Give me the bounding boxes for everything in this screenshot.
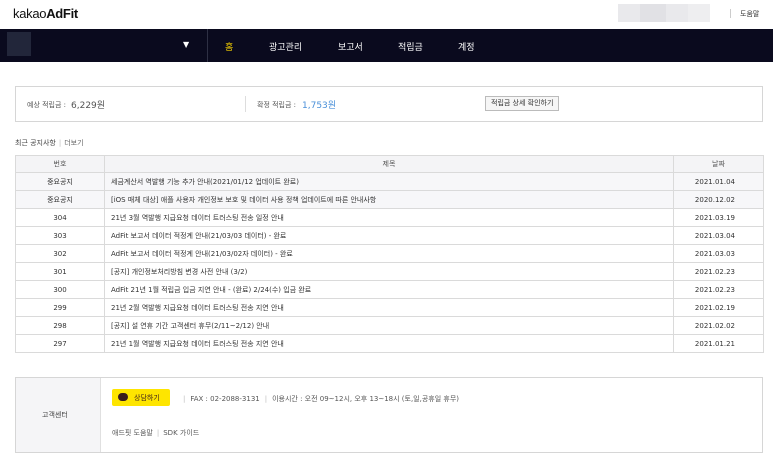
user-avatar-placeholder[interactable] bbox=[618, 4, 640, 22]
main-nav: ▼ 홈 광고관리 보고서 적립금 계정 bbox=[0, 29, 773, 62]
notice-title-link[interactable]: AdFit 보고서 데이터 적정계 안내(21/03/03 데이터) - 완료 bbox=[104, 226, 674, 245]
notice-date: 2021.01.04 bbox=[673, 172, 764, 191]
support-links: 애드핏 도움말 | SDK 가이드 bbox=[112, 428, 199, 438]
support-contact-info: | FAX : 02-2088-3131 | 이용시간 : 오전 09~12시, 오후… bbox=[178, 394, 459, 404]
table-row[interactable]: 298 [공지] 설 연휴 기간 고객센터 휴무(2/11~2/12) 안내 202… bbox=[15, 316, 764, 335]
notice-date: 2021.02.23 bbox=[673, 262, 764, 281]
notice-date: 2021.03.19 bbox=[673, 208, 764, 227]
notice-date: 2021.03.03 bbox=[673, 244, 764, 263]
notice-number: 중요공지 bbox=[15, 190, 105, 209]
notice-date: 2021.01.21 bbox=[673, 334, 764, 353]
notices-more-link[interactable]: 더보기 bbox=[64, 139, 83, 147]
confirmed-earnings-label: 확정 적립금 : bbox=[257, 101, 297, 109]
heading-separator: | bbox=[58, 139, 62, 147]
notice-number: 중요공지 bbox=[15, 172, 105, 191]
table-row[interactable]: 300 AdFit 21년 1월 적립금 입금 지연 안내 - (완료) 2/24… bbox=[15, 280, 764, 299]
table-row[interactable]: 304 21년 3월 역발행 지급요청 데이터 트러스팅 전송 일정 안내 2021… bbox=[15, 208, 764, 227]
user-menu-placeholder[interactable] bbox=[688, 4, 710, 22]
table-row[interactable]: 중요공지 [iOS 매체 대상] 애플 사용자 개인정보 보호 및 데이터 사용 … bbox=[15, 190, 764, 209]
nav-item-ad-management[interactable]: 광고관리 bbox=[269, 40, 302, 53]
logo-text-adfit: AdFit bbox=[46, 6, 78, 21]
notice-date: 2020.12.02 bbox=[673, 190, 764, 209]
notices-heading: 최근 공지사항 | 더보기 bbox=[15, 138, 84, 148]
notice-title-link[interactable]: AdFit 21년 1월 적립금 입금 지연 안내 - (완료) 2/24(수)… bbox=[104, 280, 674, 299]
table-row[interactable]: 303 AdFit 보고서 데이터 적정계 안내(21/03/03 데이터) - … bbox=[15, 226, 764, 245]
notice-title-link[interactable]: [공지] 설 연휴 기간 고객센터 휴무(2/11~2/12) 안내 bbox=[104, 316, 674, 335]
customer-support-label-column: 고객센터 bbox=[16, 378, 101, 452]
notices-table: 번호 제목 날짜 중요공지 세금계산서 역발행 기능 추가 안내(2021/01/… bbox=[15, 155, 764, 353]
notice-number: 303 bbox=[15, 226, 105, 245]
kakao-adfit-logo[interactable]: kakaoAdFit bbox=[13, 6, 78, 21]
summary-divider bbox=[245, 96, 246, 112]
notice-title-link[interactable]: 21년 2월 역발행 지급요청 데이터 트러스팅 전송 지연 안내 bbox=[104, 298, 674, 317]
column-header-number: 번호 bbox=[15, 155, 105, 173]
notice-number: 298 bbox=[15, 316, 105, 335]
notice-date: 2021.03.04 bbox=[673, 226, 764, 245]
header-divider bbox=[730, 9, 731, 18]
notice-title-link[interactable]: AdFit 보고서 데이터 적정계 안내(21/03/02자 데이터) - 완료 bbox=[104, 244, 674, 263]
table-row[interactable]: 중요공지 세금계산서 역발행 기능 추가 안내(2021/01/12 업데이트 완… bbox=[15, 172, 764, 191]
fax-number: FAX : 02-2088-3131 bbox=[190, 395, 260, 403]
column-header-title: 제목 bbox=[104, 155, 674, 173]
notices-title: 최근 공지사항 bbox=[15, 139, 56, 147]
user-id-placeholder[interactable] bbox=[666, 4, 688, 22]
earnings-summary: 예상 적립금 : 6,229원 확정 적립금 : 1,753원 적립금 상세 확… bbox=[15, 86, 763, 122]
earnings-detail-button[interactable]: 적립금 상세 확인하기 bbox=[485, 96, 560, 111]
nav-item-earnings[interactable]: 적립금 bbox=[398, 40, 423, 53]
notice-number: 299 bbox=[15, 298, 105, 317]
table-header-row: 번호 제목 날짜 bbox=[15, 155, 764, 173]
user-name-placeholder[interactable] bbox=[640, 4, 666, 22]
kakao-chat-button[interactable]: 상담하기 bbox=[112, 389, 170, 406]
speech-bubble-icon bbox=[118, 393, 128, 401]
notice-number: 304 bbox=[15, 208, 105, 227]
table-row[interactable]: 297 21년 1월 역발행 지급요청 데이터 트러스팅 전송 지연 안내 2021… bbox=[15, 334, 764, 353]
top-bar: kakaoAdFit 도움말 bbox=[0, 0, 773, 29]
help-guide-link[interactable]: 애드핏 도움말 bbox=[112, 429, 153, 437]
help-link[interactable]: 도움말 bbox=[740, 9, 759, 19]
expected-earnings-label: 예상 적립금 : bbox=[27, 101, 67, 109]
notice-number: 302 bbox=[15, 244, 105, 263]
customer-support-label: 고객센터 bbox=[42, 411, 68, 419]
link-separator: | bbox=[156, 429, 160, 437]
notice-date: 2021.02.19 bbox=[673, 298, 764, 317]
notice-title-link[interactable]: [공지] 개인정보처리방침 변경 사전 안내 (3/2) bbox=[104, 262, 674, 281]
sdk-guide-link[interactable]: SDK 가이드 bbox=[163, 429, 199, 437]
logo-text-kakao: kakao bbox=[13, 6, 47, 21]
notice-title-link[interactable]: 21년 3월 역발행 지급요청 데이터 트러스팅 전송 일정 안내 bbox=[104, 208, 674, 227]
table-row[interactable]: 302 AdFit 보고서 데이터 적정계 안내(21/03/02자 데이터) -… bbox=[15, 244, 764, 263]
nav-divider bbox=[207, 29, 208, 62]
notice-number: 300 bbox=[15, 280, 105, 299]
notice-date: 2021.02.23 bbox=[673, 280, 764, 299]
account-selector[interactable] bbox=[7, 32, 31, 56]
nav-item-account[interactable]: 계정 bbox=[458, 40, 475, 53]
customer-support-box: 고객센터 상담하기 | FAX : 02-2088-3131 | 이용시간 : 오전 … bbox=[15, 377, 763, 453]
info-separator: | bbox=[264, 395, 268, 403]
table-row[interactable]: 299 21년 2월 역발행 지급요청 데이터 트러스팅 전송 지연 안내 2021… bbox=[15, 298, 764, 317]
notice-number: 297 bbox=[15, 334, 105, 353]
notice-number: 301 bbox=[15, 262, 105, 281]
nav-item-reports[interactable]: 보고서 bbox=[338, 40, 363, 53]
notice-title-link[interactable]: 21년 1월 역발행 지급요청 데이터 트러스팅 전송 지연 안내 bbox=[104, 334, 674, 353]
expected-earnings-value: 6,229원 bbox=[71, 101, 106, 111]
nav-item-home[interactable]: 홈 bbox=[225, 40, 233, 53]
info-separator: | bbox=[183, 395, 186, 403]
confirmed-earnings-value: 1,753원 bbox=[302, 101, 337, 111]
column-header-date: 날짜 bbox=[673, 155, 764, 173]
notice-title-link[interactable]: [iOS 매체 대상] 애플 사용자 개인정보 보호 및 데이터 사용 정책 업… bbox=[104, 190, 674, 209]
chevron-down-icon[interactable]: ▼ bbox=[183, 40, 189, 49]
chat-button-label: 상담하기 bbox=[134, 394, 160, 402]
support-hours: 이용시간 : 오전 09~12시, 오후 13~18시 (토,일,공휴일 휴무) bbox=[272, 395, 460, 403]
table-row[interactable]: 301 [공지] 개인정보처리방침 변경 사전 안내 (3/2) 2021.02.2… bbox=[15, 262, 764, 281]
notice-title-link[interactable]: 세금계산서 역발행 기능 추가 안내(2021/01/12 업데이트 완료) bbox=[104, 172, 674, 191]
notice-date: 2021.02.02 bbox=[673, 316, 764, 335]
